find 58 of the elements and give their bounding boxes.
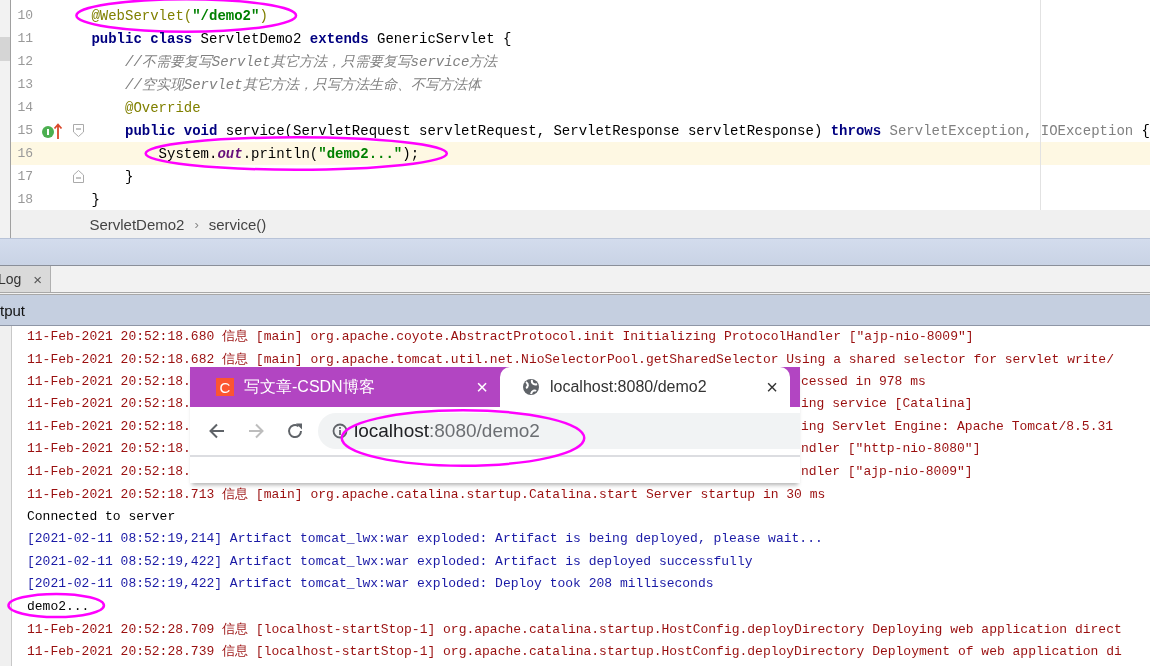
fold-icon[interactable] bbox=[73, 124, 85, 137]
breadcrumb-separator: › bbox=[194, 216, 199, 232]
breadcrumb-item[interactable]: ServletDemo2 bbox=[89, 215, 185, 233]
tree-row-highlight bbox=[0, 37, 11, 61]
line-number: 14 bbox=[16, 100, 34, 115]
browser-tab[interactable]: localhost:8080/demo2 × bbox=[500, 367, 790, 407]
browser-tab[interactable]: C 写文章-CSDN博客 × bbox=[190, 367, 500, 407]
log-line: 11-Feb-2021 20:52:18.713 信息 [main] org.apache.catalina.startup.Catalina.start Server startup in 30 ms bbox=[27, 486, 826, 502]
globe-icon bbox=[522, 378, 540, 396]
log-line: 11-Feb-2021 20:52:18. bbox=[27, 373, 191, 389]
close-icon[interactable]: × bbox=[33, 270, 43, 288]
log-line: demo2... bbox=[27, 598, 90, 614]
line-number: 17 bbox=[16, 169, 34, 184]
log-line: Connected to server bbox=[27, 508, 176, 524]
line-number: 13 bbox=[16, 77, 34, 92]
code-line: @WebServlet("/demo2") bbox=[91, 7, 268, 24]
log-line: 11-Feb-2021 20:52:18. bbox=[27, 463, 191, 479]
code-line: } bbox=[125, 168, 134, 185]
log-line: 11-Feb-2021 20:52:28.709 信息 [localhost-startStop-1] org.apache.catalina.startup.HostConfig.deployDirectory Deploying web application direct bbox=[27, 621, 1122, 637]
line-number: 15 bbox=[16, 123, 34, 138]
back-button[interactable] bbox=[207, 421, 227, 441]
code-line: } bbox=[91, 191, 100, 208]
close-icon[interactable]: × bbox=[766, 377, 778, 397]
code-line: public class ServletDemo2 extends GenericServlet { bbox=[91, 30, 512, 47]
line-number: 10 bbox=[16, 8, 34, 23]
log-line: [2021-02-11 08:52:19,422] Artifact tomcat_lwx:war exploded: Deploy took 208 milliseconds bbox=[27, 576, 714, 592]
log-line: ing service [Catalina] bbox=[801, 396, 973, 412]
log-line: 11-Feb-2021 20:52:18. bbox=[27, 441, 191, 457]
log-line: 11-Feb-2021 20:52:18.682 信息 [main] org.apache.tomcat.util.net.NioSelectorPool.getSharedSelector Using a shared selector for servlet write/ bbox=[27, 351, 1114, 367]
reload-button[interactable] bbox=[285, 421, 305, 441]
override-marker-icon[interactable] bbox=[41, 121, 64, 140]
log-line: [2021-02-11 08:52:19,214] Artifact tomcat_lwx:war exploded: Artifact is being deployed, please wait... bbox=[27, 531, 823, 547]
log-line: 11-Feb-2021 20:52:28.739 信息 [localhost-startStop-1] org.apache.catalina.startup.HostConfig.deployDirectory Deployment of web application di bbox=[27, 644, 1122, 660]
panel-title: tput bbox=[0, 301, 26, 319]
info-icon bbox=[332, 423, 348, 439]
panel-tab[interactable]: Log × bbox=[0, 266, 52, 292]
line-number: 11 bbox=[16, 31, 34, 46]
code-line: @Override bbox=[125, 99, 201, 116]
line-number: 12 bbox=[16, 54, 34, 69]
log-line: ndler ["ajp-nio-8009"] bbox=[801, 463, 973, 479]
log-line: ing Servlet Engine: Apache Tomcat/8.5.31 bbox=[801, 418, 1114, 434]
log-line: 11-Feb-2021 20:52:18.680 信息 [main] org.apache.coyote.AbstractProtocol.init Initializing ProtocolHandler ["ajp-nio-8009"] bbox=[27, 329, 974, 345]
log-line: cessed in 978 ms bbox=[801, 373, 926, 389]
site-logo-icon: C bbox=[216, 378, 234, 396]
address-field[interactable]: localhost:8080/demo2 bbox=[318, 413, 800, 449]
log-line: ndler ["http-nio-8080"] bbox=[801, 441, 981, 457]
code-line: //空实现Servlet其它方法，只写方法生命、不写方法体 bbox=[125, 76, 481, 93]
close-icon[interactable]: × bbox=[476, 377, 488, 397]
line-number: 18 bbox=[16, 192, 34, 207]
code-line: public void service(ServletRequest servletRequest, ServletResponse servletResponse) throws ServletException, IOException { bbox=[125, 122, 1150, 139]
code-line: //不需要复写Servlet其它方法，只需要复写service方法 bbox=[125, 53, 498, 70]
log-line: [2021-02-11 08:52:19,422] Artifact tomcat_lwx:war exploded: Artifact is deployed successfully bbox=[27, 553, 753, 569]
fold-icon[interactable] bbox=[73, 170, 85, 183]
breadcrumb-item[interactable]: service() bbox=[208, 215, 267, 233]
log-line: 11-Feb-2021 20:52:18. bbox=[27, 418, 191, 434]
code-line: System.out.println("demo2..."); bbox=[158, 145, 420, 162]
line-number: 16 bbox=[16, 146, 34, 161]
log-line: 11-Feb-2021 20:52:18. bbox=[27, 396, 191, 412]
